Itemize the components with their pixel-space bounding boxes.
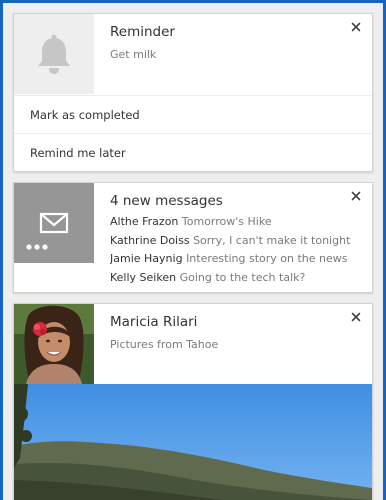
list-item[interactable]: Jamie Haynig Interesting story on the ne… [110, 250, 368, 269]
list-item[interactable]: Kelly Seiken Going to the tech talk? [110, 269, 368, 288]
message-preview: Going to the tech talk? [179, 270, 306, 284]
message-preview: Interesting story on the news [186, 252, 348, 265]
messages-notification[interactable]: 4 new messages Althe Frazon Tomorrow's H… [13, 182, 373, 293]
close-icon[interactable] [349, 19, 363, 33]
message-sender: Kelly Seiken [110, 270, 177, 284]
message-sender: Kathrine Doiss [110, 233, 190, 247]
notification-center: Reminder Get milk Mark as completed Remi… [3, 3, 383, 500]
avatar [14, 304, 94, 384]
mark-completed-button[interactable]: Mark as completed [14, 95, 372, 133]
notification-title: Reminder [110, 24, 175, 40]
notification-body: Pictures from Tahoe [110, 338, 219, 351]
close-icon[interactable] [349, 309, 363, 323]
close-icon[interactable] [349, 188, 363, 202]
mail-icon [14, 183, 94, 263]
message-preview: Sorry, I can't make it tonight [193, 233, 351, 247]
notification-title: 4 new messages [110, 193, 223, 209]
message-list: Althe Frazon Tomorrow's Hike Kathrine Do… [110, 213, 368, 287]
message-preview: Tomorrow's Hike [181, 215, 272, 228]
message-sender: Jamie Haynig [110, 252, 183, 265]
list-item[interactable]: Kathrine Doiss Sorry, I can't make it to… [110, 232, 368, 251]
list-item[interactable]: Althe Frazon Tomorrow's Hike [110, 213, 368, 232]
notification-body: Get milk [110, 48, 157, 61]
reminder-notification[interactable]: Reminder Get milk Mark as completed Remi… [13, 13, 373, 172]
bell-icon [14, 14, 94, 94]
photo-notification[interactable]: Maricia Rilari Pictures from Tahoe [13, 303, 373, 500]
remind-later-button[interactable]: Remind me later [14, 133, 372, 171]
message-sender: Althe Frazon [110, 215, 179, 228]
attached-photo[interactable] [14, 384, 372, 500]
notification-title: Maricia Rilari [110, 314, 198, 330]
